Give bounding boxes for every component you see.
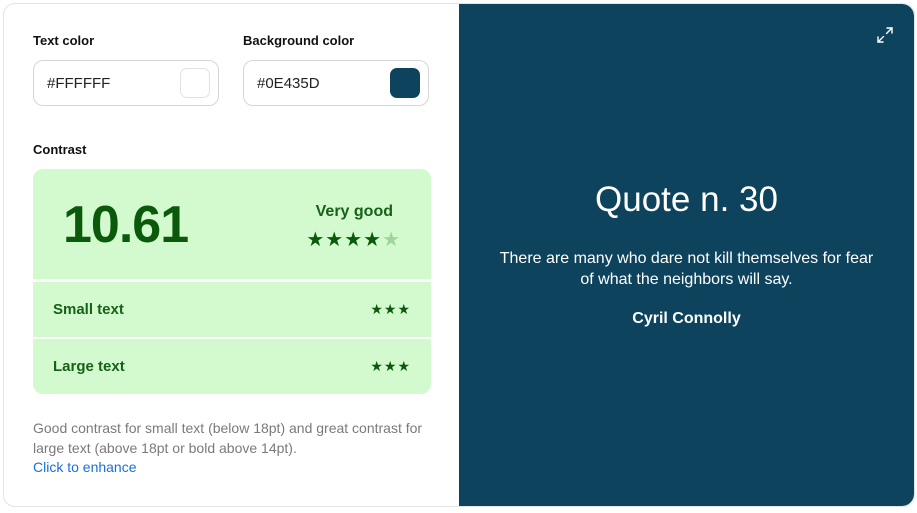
quote-author: Cyril Connolly	[632, 310, 741, 327]
contrast-checker-card: Text color #FFFFFF Background color #0E4…	[3, 3, 915, 507]
contrast-label: Contrast	[33, 142, 87, 157]
background-color-value[interactable]: #0E435D	[257, 75, 320, 92]
preview-panel: Quote n. 30 There are many who dare not …	[459, 4, 914, 506]
star-filled-icon: ★	[325, 229, 345, 251]
quote-text: There are many who dare not kill themsel…	[499, 250, 874, 288]
expand-icon[interactable]	[876, 26, 894, 44]
contrast-ratio: 10.61	[63, 196, 189, 254]
large-text-label: Large text	[53, 358, 125, 375]
contrast-score-panel: 10.61 Very good ★★★★★	[33, 169, 431, 279]
text-color-value[interactable]: #FFFFFF	[47, 75, 110, 92]
background-color-swatch[interactable]	[390, 68, 420, 98]
star-empty-icon: ★	[382, 229, 401, 251]
enhance-link[interactable]: Click to enhance	[33, 459, 137, 475]
settings-panel: Text color #FFFFFF Background color #0E4…	[4, 4, 459, 506]
small-text-stars: ★★★	[370, 301, 411, 317]
text-color-label: Text color	[33, 33, 95, 48]
large-text-stars: ★★★	[370, 358, 411, 374]
contrast-rating: Very good	[315, 203, 393, 220]
text-color-field[interactable]: #FFFFFF	[33, 60, 219, 106]
star-filled-icon: ★	[306, 229, 326, 251]
background-color-field[interactable]: #0E435D	[243, 60, 429, 106]
text-color-swatch[interactable]	[180, 68, 210, 98]
quote-title: Quote n. 30	[595, 180, 778, 219]
background-color-label: Background color	[243, 33, 355, 48]
small-text-row: Small text ★★★	[33, 282, 431, 337]
small-text-label: Small text	[53, 301, 124, 318]
contrast-result-box: 10.61 Very good ★★★★★ Small text ★★★ Lar…	[33, 169, 431, 394]
rating-stars: ★★★★★	[306, 227, 401, 252]
star-filled-icon: ★	[344, 229, 364, 251]
star-filled-icon: ★	[363, 229, 383, 251]
large-text-row: Large text ★★★	[33, 339, 431, 394]
contrast-description: Good contrast for small text (below 18pt…	[33, 420, 423, 456]
